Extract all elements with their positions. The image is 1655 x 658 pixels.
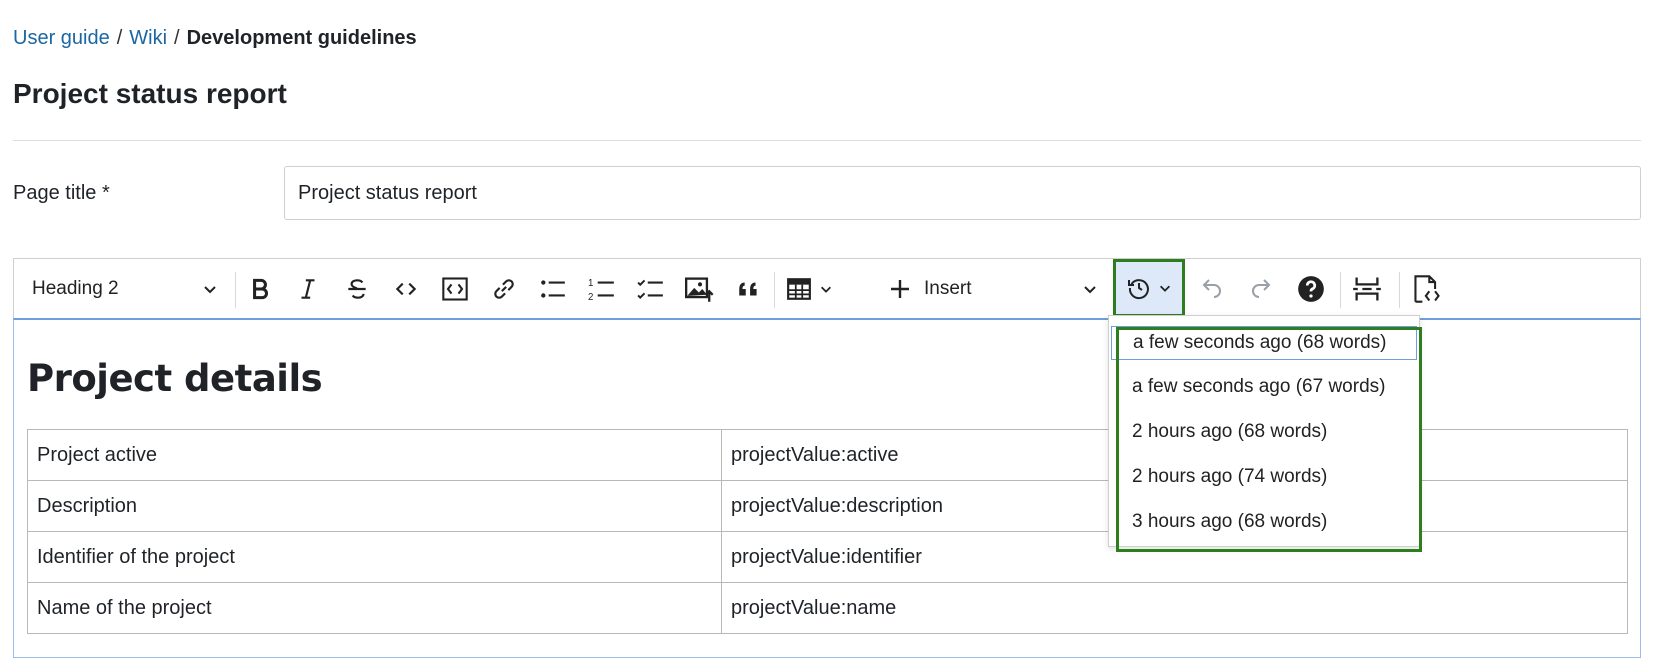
breadcrumb-separator: / (116, 27, 123, 49)
source-icon (1412, 274, 1442, 304)
page-title: Project status report (13, 78, 287, 109)
insert-image-icon (685, 275, 715, 303)
toolbar-separator (1399, 272, 1400, 308)
table-cell[interactable]: projectValue:name (721, 582, 1628, 634)
toolbar-separator (774, 272, 775, 308)
undo-icon (1199, 277, 1225, 301)
code-icon (393, 276, 419, 302)
revision-item[interactable]: 2 hours ago (68 words) (1111, 415, 1417, 449)
insert-table-button[interactable] (777, 259, 841, 319)
insert-dropdown[interactable]: Insert (888, 259, 1108, 319)
todo-list-icon (637, 276, 665, 302)
bold-icon (247, 276, 273, 302)
page-title-input[interactable] (284, 166, 1641, 220)
insert-label: Insert (924, 278, 972, 299)
italic-button[interactable] (285, 259, 331, 319)
breadcrumb-current: Development guidelines (186, 27, 417, 49)
table-row: Name of the project projectValue:name (27, 582, 1628, 634)
bulleted-list-button[interactable] (530, 259, 576, 319)
heading-dropdown-value: Heading 2 (32, 278, 119, 299)
table-icon (785, 276, 813, 302)
link-button[interactable] (481, 259, 527, 319)
revision-item[interactable]: a few seconds ago (67 words) (1111, 370, 1417, 404)
revision-item[interactable]: 3 hours ago (68 words) (1111, 505, 1417, 539)
bulleted-list-icon (539, 276, 567, 302)
block-quote-icon (736, 276, 762, 302)
revision-item[interactable]: 2 hours ago (74 words) (1111, 460, 1417, 494)
italic-icon (295, 276, 321, 302)
svg-text:1: 1 (588, 278, 593, 289)
link-icon (491, 276, 517, 302)
help-icon (1297, 275, 1325, 303)
chevron-down-icon (1158, 281, 1172, 295)
editor-heading: Project details (27, 357, 323, 400)
undo-button[interactable] (1189, 259, 1235, 319)
heading-dropdown[interactable]: Heading 2 (20, 259, 230, 319)
breadcrumb-link-user-guide[interactable]: User guide (13, 27, 110, 50)
redo-icon (1248, 277, 1274, 301)
chevron-down-icon (1082, 281, 1098, 297)
code-button[interactable] (383, 259, 429, 319)
todo-list-button[interactable] (628, 259, 674, 319)
strikethrough-button[interactable] (334, 259, 380, 319)
editor-toolbar: Heading 2 12 Insert (13, 258, 1641, 318)
divider (13, 140, 1641, 141)
table-cell[interactable]: Name of the project (27, 582, 722, 634)
bold-button[interactable] (237, 259, 283, 319)
table-cell[interactable]: Identifier of the project (27, 531, 722, 583)
revision-item[interactable]: a few seconds ago (68 words) (1111, 326, 1417, 360)
table-cell[interactable]: Description (27, 480, 722, 532)
toolbar-separator (1340, 272, 1341, 308)
code-block-icon (441, 275, 469, 303)
plus-icon (888, 277, 912, 301)
redo-button[interactable] (1238, 259, 1284, 319)
revision-history-dropdown: a few seconds ago (68 words) a few secon… (1108, 315, 1420, 547)
breadcrumb-link-wiki[interactable]: Wiki (129, 27, 167, 50)
page-title-label: Page title * (13, 182, 110, 204)
breadcrumb: User guide / Wiki / Development guidelin… (13, 27, 417, 50)
page-break-icon (1352, 275, 1382, 303)
insert-image-button[interactable] (677, 259, 723, 319)
chevron-down-icon (819, 282, 833, 296)
chevron-down-icon (202, 281, 218, 297)
page-break-button[interactable] (1344, 259, 1390, 319)
block-quote-button[interactable] (726, 259, 772, 319)
numbered-list-button[interactable]: 12 (579, 259, 625, 319)
table-cell[interactable]: Project active (27, 429, 722, 481)
svg-text:2: 2 (588, 292, 593, 302)
breadcrumb-separator: / (174, 27, 180, 49)
numbered-list-icon: 12 (588, 276, 616, 302)
help-button[interactable] (1288, 259, 1334, 319)
revision-history-button[interactable] (1113, 259, 1185, 317)
code-block-button[interactable] (432, 259, 478, 319)
strikethrough-icon (344, 276, 370, 302)
toolbar-separator (235, 272, 236, 308)
source-editing-button[interactable] (1404, 259, 1450, 319)
history-icon (1127, 276, 1151, 300)
